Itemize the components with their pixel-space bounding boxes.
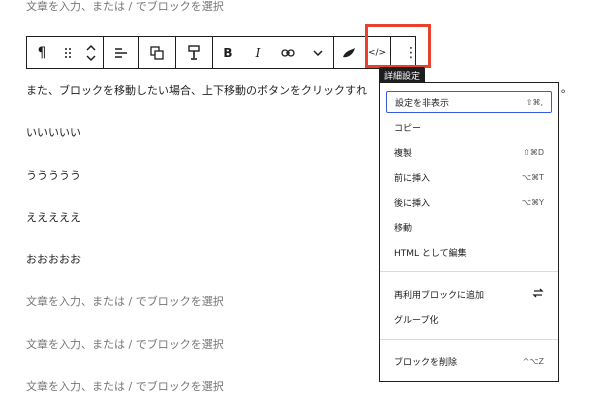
block-placeholder[interactable]: 文章を入力、または / でブロックを選択 [26, 378, 224, 394]
menu-item-group[interactable]: グループ化 [386, 308, 552, 330]
menu-item-move[interactable]: 移動 [386, 216, 552, 238]
block-placeholder[interactable]: 文章を入力、または / でブロックを選択 [26, 336, 224, 352]
menu-item-edit-html[interactable]: HTML として編集 [386, 241, 552, 263]
menu-divider [380, 271, 558, 272]
bold-button[interactable]: B [213, 37, 243, 68]
paragraph-block[interactable]: また、ブロックを移動したい場合、上下移動のボタンをクリックすれ [26, 82, 367, 98]
paragraph-block[interactable]: いいいいい [26, 124, 81, 140]
paragraph-block-icon[interactable]: ¶ [27, 37, 57, 68]
toolbar-group-block: ¶ [27, 37, 104, 68]
block-toolbar: ¶ B I </> ⋮ [26, 36, 418, 69]
drag-handle-icon[interactable] [57, 37, 79, 68]
menu-item-add-reusable[interactable]: 再利用ブロックに追加 [386, 283, 552, 305]
block-options-menu: 設定を非表示 ⇧⌘, コピー 複製 ⇧⌘D 前に挿入 ⌥⌘T 後に挿入 ⌥⌘Y … [379, 82, 559, 382]
move-up-down-icon[interactable] [79, 37, 103, 68]
block-placeholder[interactable]: 文章を入力、または / でブロックを選択 [26, 293, 224, 309]
menu-item-delete-block[interactable]: ブロックを削除 ^⌥Z [386, 350, 552, 372]
block-placeholder[interactable]: 文章を入力、または / でブロックを選択 [26, 0, 224, 14]
align-left-icon[interactable] [104, 37, 138, 68]
menu-item-copy[interactable]: コピー [386, 116, 552, 138]
toolbar-group-transform [139, 37, 176, 68]
toolbar-group-format: B I [213, 37, 334, 68]
highlight-annotation [365, 24, 431, 68]
translate-icon[interactable] [139, 37, 175, 68]
link-icon[interactable] [273, 37, 303, 68]
chevron-down-icon[interactable] [303, 37, 333, 68]
paragraph-block[interactable]: ううううう [26, 167, 81, 183]
reusable-icon [532, 287, 544, 302]
menu-item-insert-before[interactable]: 前に挿入 ⌥⌘T [386, 166, 552, 188]
menu-item-hide-settings[interactable]: 設定を非表示 ⇧⌘, [386, 91, 552, 113]
menu-item-duplicate[interactable]: 複製 ⇧⌘D [386, 141, 552, 163]
highlighter-icon[interactable] [176, 37, 212, 68]
italic-button[interactable]: I [243, 37, 273, 68]
menu-divider [380, 339, 558, 340]
paragraph-block[interactable]: おおおおお [26, 251, 81, 267]
plugin-leaf-icon[interactable] [334, 37, 364, 68]
toolbar-group-highlight [176, 37, 213, 68]
toolbar-group-align [104, 37, 139, 68]
paragraph-block-tail: 。 [561, 82, 572, 95]
paragraph-block[interactable]: えええええ [26, 209, 81, 225]
menu-item-insert-after[interactable]: 後に挿入 ⌥⌘Y [386, 191, 552, 213]
